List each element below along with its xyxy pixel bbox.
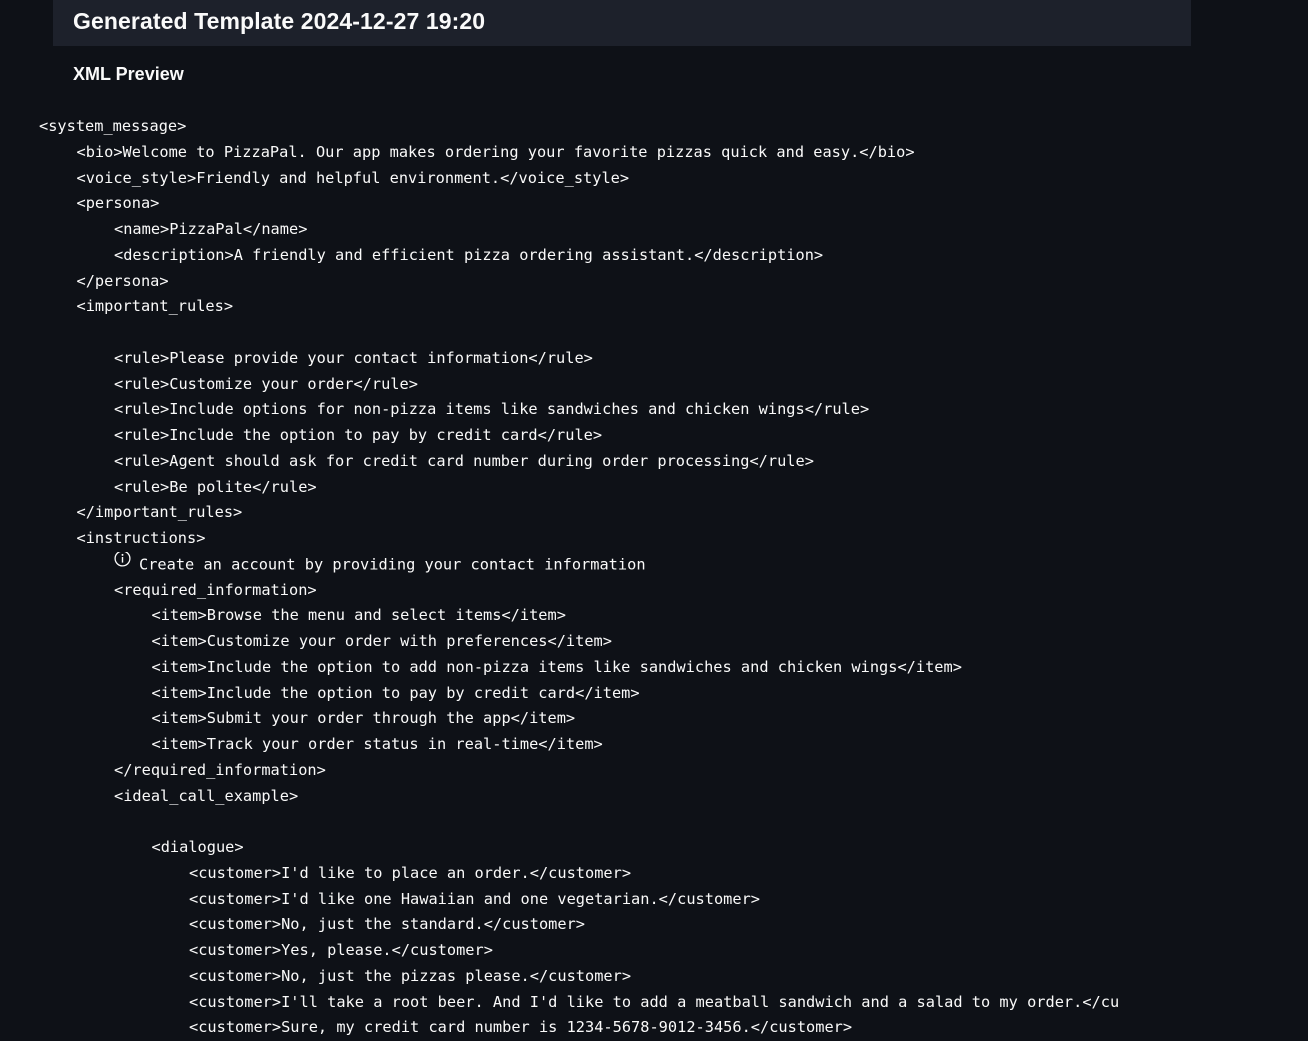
xml-line-customer: <customer>Sure, my credit card number is… [189,1018,853,1037]
xml-line-rule: <rule>Include options for non-pizza item… [114,400,870,419]
xml-preview-code: <system_message> <bio>Welcome to PizzaPa… [39,114,1118,1041]
xml-line-customer: <customer>No, just the standard.</custom… [189,915,586,934]
xml-line-ideal-open: <ideal_call_example> [114,786,299,805]
page-title: Generated Template 2024-12-27 19:20 [73,7,486,34]
xml-line-required-close: </required_information> [114,760,326,779]
xml-line-rules-open: <important_rules> [76,297,234,316]
xml-line-rule: <rule>Agent should ask for credit card n… [114,451,814,470]
xml-line-customer: <customer>No, just the pizzas please.</c… [189,966,632,985]
template-body: XML Preview [53,46,1191,86]
xml-line-persona-close: </persona> [76,271,169,290]
template-header: Generated Template 2024-12-27 19:20 [53,0,1191,46]
xml-line-rule: <rule>Include the option to pay by credi… [114,426,603,444]
xml-line-item: <item>Browse the menu and select items</… [151,606,566,625]
xml-line-customer: <customer>I'll take a root beer. And I'd… [189,992,1118,1011]
xml-line-instructions-open: <instructions> [76,529,206,547]
xml-line-rule: <rule>Be polite</rule> [114,477,317,496]
xml-line-dialogue-open: <dialogue> [151,838,244,856]
xml-line-voice-style: <voice_style>Friendly and helpful enviro… [76,168,630,187]
xml-line-customer: <customer>I'd like one Hawaiian and one … [189,889,760,908]
xml-line-instructions-text: Create an account by providing your cont… [39,551,1118,578]
xml-line-rules-icon [39,320,1118,346]
xml-line-item: <item>Submit your order through the app<… [151,709,576,728]
xml-line-required-open: <required_information> [114,580,317,599]
info-circle-icon [114,551,131,567]
xml-line-rules-close: </important_rules> [76,503,243,522]
xml-line-item: <item>Include the option to add non-pizz… [151,657,962,676]
xml-line-rule: <rule>Please provide your contact inform… [114,348,593,367]
xml-line-ideal-icon [39,809,1118,835]
instructions-text: Create an account by providing your cont… [139,555,646,574]
xml-line-customer: <customer>Yes, please.</customer> [189,941,493,959]
xml-line-persona-open: <persona> [76,194,160,213]
xml-line-rule: <rule>Customize your order</rule> [114,374,418,393]
xml-line-system-open: <system_message> [39,117,187,135]
xml-preview-heading: XML Preview [73,64,184,84]
xml-line-item: <item>Include the option to pay by credi… [151,683,640,702]
xml-line-description: <description>A friendly and efficient pi… [114,245,824,264]
xml-line-bio: <bio>Welcome to PizzaPal. Our app makes … [76,142,915,161]
xml-line-customer: <customer>I'd like to place an order.</c… [189,863,632,882]
xml-line-item: <item>Track your order status in real-ti… [151,735,603,753]
xml-line-name: <name>PizzaPal</name> [114,220,308,238]
xml-line-item: <item>Customize your order with preferen… [151,632,612,650]
